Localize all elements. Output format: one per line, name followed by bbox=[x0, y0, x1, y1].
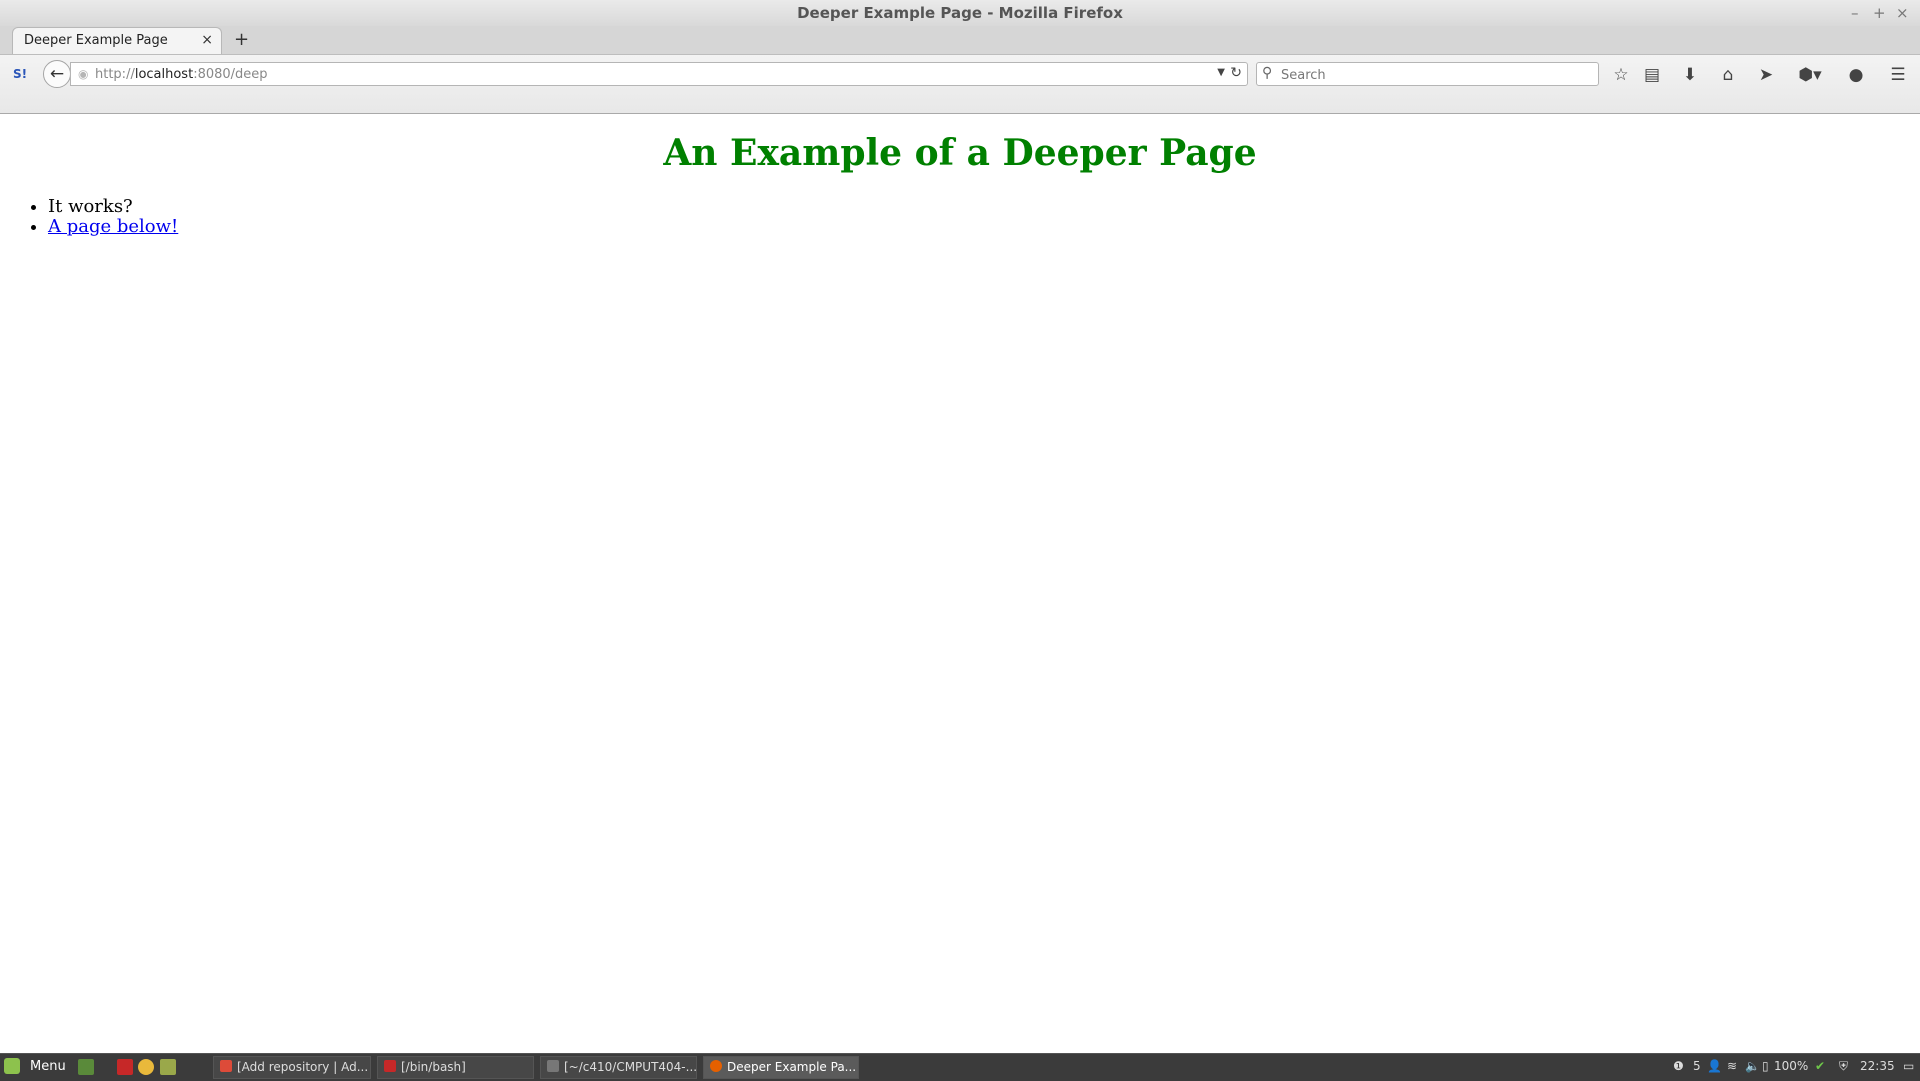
tab-label: Deeper Example Page bbox=[24, 33, 168, 48]
task-label: Deeper Example Pa... bbox=[727, 1060, 857, 1074]
maximize-button[interactable]: + bbox=[1873, 0, 1886, 26]
task-label: [Add repository | Ad... bbox=[237, 1060, 369, 1074]
chat-icon[interactable]: ● bbox=[1844, 64, 1868, 86]
page-below-link[interactable]: A page below! bbox=[48, 216, 178, 237]
list-item: It works? bbox=[48, 197, 178, 217]
user-icon[interactable]: 👤 bbox=[1707, 1059, 1722, 1073]
window-title: Deeper Example Page - Mozilla Firefox bbox=[797, 4, 1123, 22]
tab-deeper-example-page[interactable]: Deeper Example Page × bbox=[12, 27, 222, 54]
send-icon[interactable]: ➤ bbox=[1754, 64, 1778, 86]
extension-s-icon[interactable]: S! bbox=[11, 65, 29, 83]
close-window-button[interactable]: × bbox=[1896, 0, 1909, 26]
home-icon[interactable]: ⌂ bbox=[1716, 64, 1740, 86]
reload-icon[interactable]: ↻ bbox=[1230, 65, 1242, 81]
search-input[interactable] bbox=[1279, 65, 1593, 85]
files-launcher-icon[interactable] bbox=[160, 1059, 176, 1075]
wifi-icon[interactable]: ≋ bbox=[1727, 1059, 1737, 1073]
search-bar[interactable]: ⚲ bbox=[1256, 62, 1599, 86]
mint-menu-icon[interactable] bbox=[4, 1058, 20, 1074]
task-editor[interactable]: [~/c410/CMPUT404-... bbox=[540, 1056, 697, 1079]
minimize-button[interactable]: – bbox=[1851, 0, 1859, 26]
site-identity-icon[interactable]: ◉ bbox=[78, 67, 88, 81]
terminal-launcher-icon[interactable] bbox=[117, 1059, 133, 1075]
back-button[interactable]: ← bbox=[43, 60, 71, 88]
tab-close-icon[interactable]: × bbox=[201, 32, 213, 48]
list-item: A page below! bbox=[48, 217, 178, 237]
adblock-icon[interactable]: ⬢▾ bbox=[1792, 64, 1828, 86]
hamburger-menu-icon[interactable]: ☰ bbox=[1886, 64, 1910, 86]
task-label: [/bin/bash] bbox=[401, 1060, 466, 1074]
task-label: [~/c410/CMPUT404-... bbox=[564, 1060, 697, 1074]
new-tab-button[interactable]: + bbox=[234, 29, 249, 50]
reading-list-icon[interactable]: ▤ bbox=[1640, 64, 1664, 86]
volume-icon[interactable]: 🔈 bbox=[1745, 1059, 1760, 1073]
update-ok-icon[interactable]: ✔ bbox=[1815, 1059, 1825, 1073]
url-history-dropdown-icon[interactable]: ▼ bbox=[1217, 67, 1225, 78]
clock[interactable]: 22:35 bbox=[1860, 1059, 1895, 1073]
chrome-task-icon bbox=[220, 1060, 232, 1072]
task-firefox[interactable]: Deeper Example Pa... bbox=[703, 1056, 859, 1079]
navigation-toolbar: S! ← ◉ http://localhost:8080/deep ▼ ↻ ⚲ … bbox=[0, 55, 1920, 114]
battery-icon[interactable]: ▯ bbox=[1762, 1059, 1769, 1073]
tab-strip: Deeper Example Page × + bbox=[0, 26, 1920, 55]
show-desktop-icon[interactable] bbox=[78, 1059, 94, 1075]
shield-icon[interactable]: ⛨ bbox=[1839, 1059, 1848, 1074]
url-text[interactable]: http://localhost:8080/deep bbox=[95, 67, 268, 82]
window-titlebar: Deeper Example Page - Mozilla Firefox bbox=[0, 0, 1920, 26]
url-prefix: http:// bbox=[95, 67, 135, 82]
downloads-icon[interactable]: ⬇ bbox=[1678, 64, 1702, 86]
terminal-task-icon bbox=[384, 1060, 396, 1072]
menu-button[interactable]: Menu bbox=[30, 1059, 66, 1074]
page-heading: An Example of a Deeper Page bbox=[663, 132, 1257, 174]
show-windows-icon[interactable]: ▭ bbox=[1903, 1059, 1914, 1073]
notification-count: 5 bbox=[1693, 1059, 1701, 1073]
taskbar: Menu [Add repository | Ad... [/bin/bash]… bbox=[0, 1053, 1920, 1081]
chrome-launcher-icon[interactable] bbox=[138, 1059, 154, 1075]
battery-percent: 100% bbox=[1774, 1059, 1809, 1073]
notification-icon[interactable]: ❶ bbox=[1673, 1059, 1684, 1073]
firefox-task-icon bbox=[710, 1060, 722, 1072]
page-content: An Example of a Deeper Page It works? A … bbox=[0, 114, 1920, 1053]
editor-task-icon bbox=[547, 1060, 559, 1072]
url-bar[interactable]: ◉ http://localhost:8080/deep ▼ ↻ bbox=[70, 62, 1248, 86]
search-icon[interactable]: ⚲ bbox=[1262, 65, 1272, 81]
task-chrome[interactable]: [Add repository | Ad... bbox=[213, 1056, 371, 1079]
url-host: localhost bbox=[134, 67, 194, 82]
url-path: :8080/deep bbox=[193, 67, 268, 82]
content-list: It works? A page below! bbox=[48, 197, 178, 237]
task-bash[interactable]: [/bin/bash] bbox=[377, 1056, 534, 1079]
bookmark-star-icon[interactable]: ☆ bbox=[1609, 64, 1633, 86]
